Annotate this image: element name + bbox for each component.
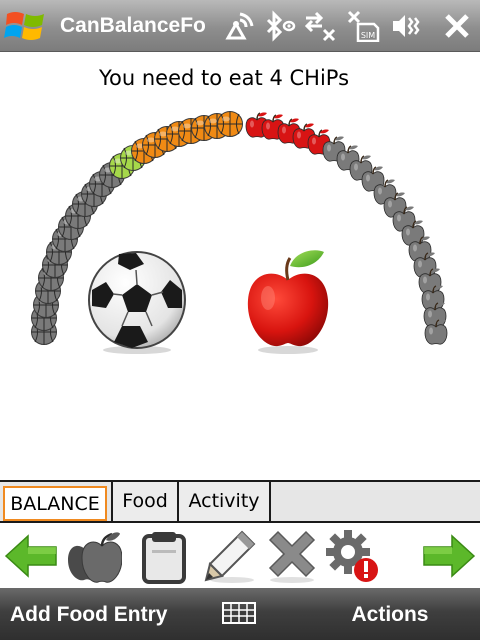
tab-balance[interactable]: BALANCE [3, 486, 107, 521]
windows-start-icon[interactable] [4, 6, 48, 46]
keyboard-icon[interactable] [222, 602, 256, 624]
apples-icon[interactable] [66, 528, 122, 584]
delete-x-icon[interactable] [264, 528, 320, 584]
antenna-icon[interactable] [222, 10, 256, 42]
chip-instruction: You need to eat 4 CHiPs [98, 66, 350, 90]
clipboard-icon[interactable] [136, 528, 192, 584]
back-arrow-icon[interactable] [2, 528, 58, 584]
svg-text:SIM: SIM [361, 31, 375, 40]
add-food-entry-softkey[interactable]: Add Food Entry [10, 600, 190, 630]
softkey-bar: Add Food Entry Actions [0, 588, 480, 640]
no-sim-icon[interactable]: SIM [346, 10, 380, 42]
settings-alert-icon[interactable] [324, 528, 380, 584]
data-sync-off-icon[interactable] [302, 10, 336, 42]
tab-bar: BALANCE Food Activity [0, 480, 480, 523]
toolbar [0, 525, 480, 587]
close-icon[interactable] [440, 10, 474, 42]
tab-food[interactable]: Food [111, 482, 179, 521]
food-apple-icon [422, 318, 450, 346]
volume-vibrate-icon[interactable] [390, 10, 424, 42]
tab-activity[interactable]: Activity [179, 482, 271, 521]
title-bar: CanBalanceFo SIM [0, 0, 480, 52]
food-apple-arc [0, 110, 480, 450]
apple-icon [247, 250, 329, 354]
app-screen: CanBalanceFo SIM You need to eat 4 CHiPs… [0, 0, 480, 640]
actions-softkey[interactable]: Actions [338, 600, 442, 630]
bluetooth-icon[interactable] [262, 10, 296, 42]
app-title: CanBalanceFo [60, 14, 206, 37]
pencil-icon[interactable] [202, 528, 258, 584]
balance-arc [0, 110, 480, 450]
soccer-ball-icon [88, 251, 186, 354]
forward-arrow-icon[interactable] [422, 528, 478, 584]
